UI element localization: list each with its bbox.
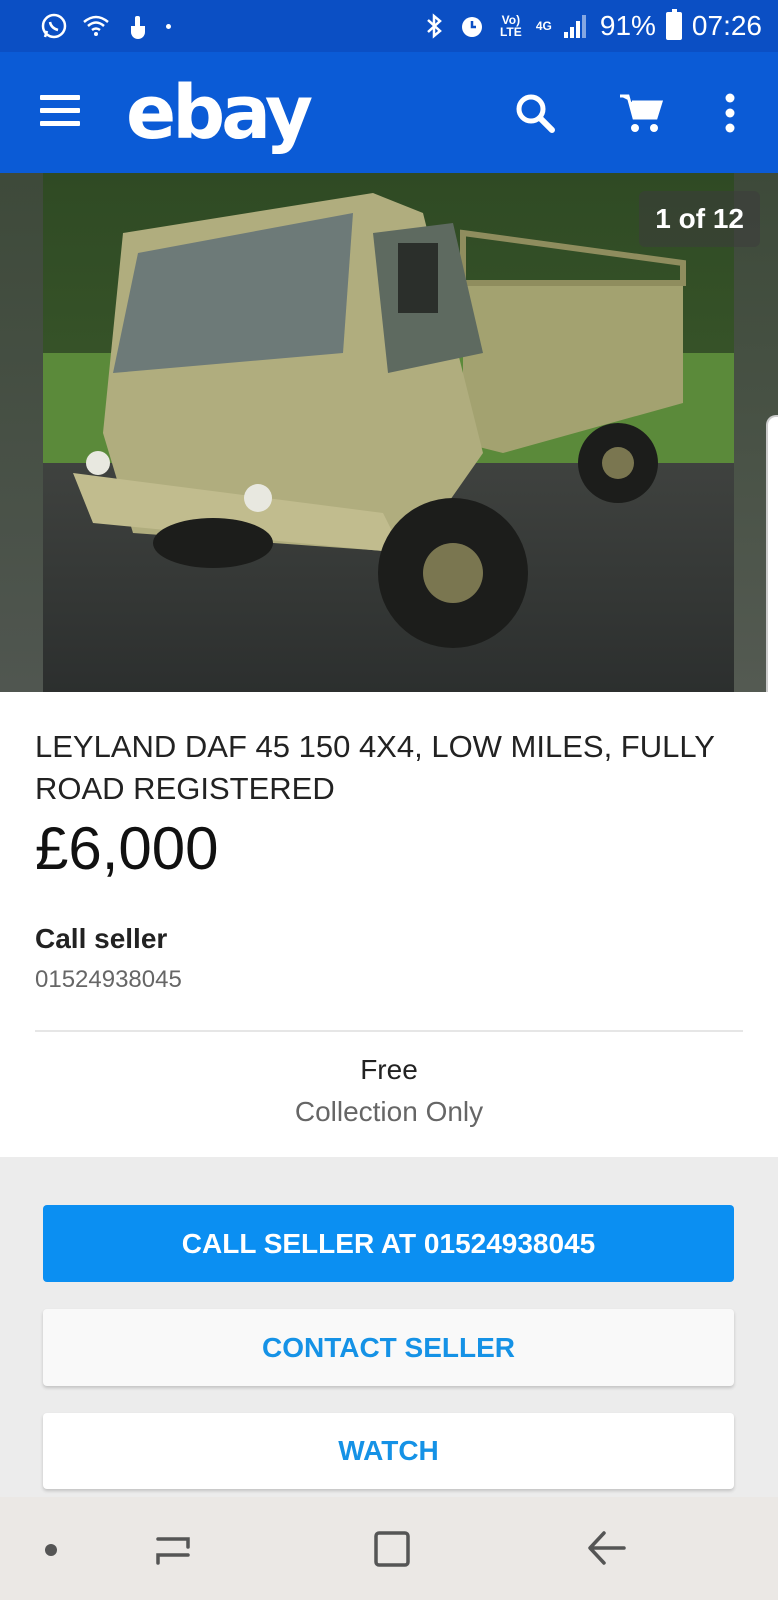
home-icon[interactable] (370, 1527, 414, 1571)
contact-seller-button[interactable]: CONTACT SELLER (43, 1309, 734, 1386)
side-scroll-handle[interactable] (766, 415, 778, 733)
lte-indicator: Vo) LTE (499, 13, 522, 39)
network-type: 4G (535, 19, 552, 33)
android-nav-bar (0, 1497, 778, 1600)
call-seller-label: Call seller (35, 923, 168, 954)
nav-dot-icon[interactable] (45, 1544, 57, 1556)
previous-image-peek (0, 173, 43, 692)
listing-details: LEYLAND DAF 45 150 4X4, LOW MILES, FULLY… (0, 692, 778, 1157)
status-bar: Vo) LTE 4G 91% 07:26 (0, 0, 778, 52)
listing-title: LEYLAND DAF 45 150 4X4, LOW MILES, FULLY… (35, 729, 715, 806)
clock: 07:26 (691, 10, 762, 41)
watch-button[interactable]: WATCH (43, 1413, 734, 1489)
search-icon[interactable] (510, 88, 560, 138)
listing-photo[interactable] (43, 173, 734, 692)
wifi-icon (83, 15, 109, 36)
whatsapp-icon (41, 13, 67, 39)
touch-icon (131, 16, 145, 39)
ebay-logo[interactable]: ebay (126, 70, 313, 156)
battery-icon (665, 9, 682, 40)
notification-dot (166, 23, 171, 29)
app-bar: ebay (0, 52, 778, 173)
recent-apps-icon[interactable] (150, 1527, 200, 1573)
image-counter: 1 of 12 (639, 191, 760, 247)
divider (35, 1030, 743, 1032)
menu-icon[interactable] (40, 95, 80, 129)
listing-price: £6,000 (35, 815, 219, 882)
alarm-icon (461, 17, 482, 37)
shipping-price: Free (360, 1054, 418, 1085)
more-vert-icon[interactable] (712, 88, 748, 138)
signal-icon (563, 15, 586, 38)
shipping-method: Collection Only (294, 1096, 484, 1127)
bluetooth-icon (427, 13, 442, 39)
battery-percent: 91% (599, 10, 656, 41)
back-icon[interactable] (584, 1525, 634, 1571)
seller-phone[interactable]: 01524938045 (35, 966, 182, 994)
cart-icon[interactable] (616, 88, 666, 138)
image-gallery[interactable]: 1 of 12 (0, 173, 778, 692)
call-seller-button[interactable]: CALL SELLER AT 01524938045 (43, 1205, 734, 1282)
